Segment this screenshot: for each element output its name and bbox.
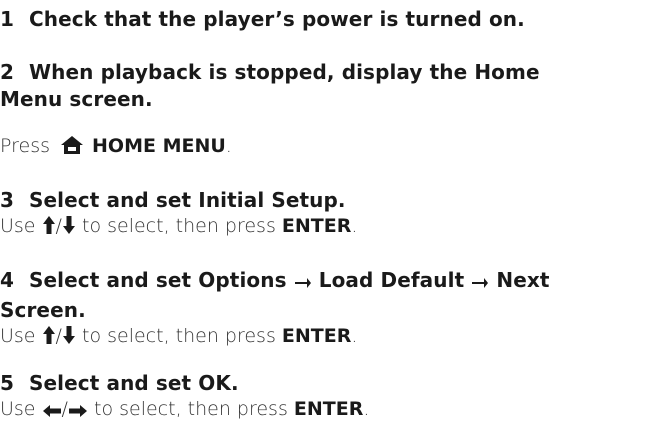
- step-number: 3: [0, 188, 15, 212]
- home-menu-button-label: HOME MENU: [92, 135, 226, 157]
- right-arrow-icon: [471, 270, 489, 297]
- instruction-suffix: .: [363, 398, 370, 420]
- enter-button-label: ENTER: [281, 325, 352, 347]
- step-5-title: 5 Select and set OK.: [0, 370, 640, 397]
- step-title-text-line2: Screen.: [0, 298, 86, 322]
- enter-button-label: ENTER: [293, 398, 364, 420]
- step-5: 5 Select and set OK. Use / to select, the…: [0, 370, 640, 424]
- instruction-suffix: .: [351, 215, 358, 237]
- step-title-text: Select and set Initial Setup.: [29, 188, 346, 212]
- instruction-suffix: .: [351, 325, 358, 347]
- step-number: 2: [0, 60, 15, 84]
- step-3-instruction: Use / to select, then press ENTER.: [0, 214, 640, 241]
- instruction-prefix: Use: [0, 398, 36, 420]
- instruction-prefix: Use: [0, 325, 36, 347]
- instruction-middle: to select, then press: [94, 398, 288, 420]
- enter-button-label: ENTER: [281, 215, 352, 237]
- instruction-page: 1 Check that the player’s power is turned…: [0, 0, 647, 428]
- down-arrow-icon: [62, 215, 76, 241]
- instruction-prefix: Press: [0, 135, 51, 157]
- instruction-suffix: .: [225, 135, 232, 157]
- step-3: 3 Select and set Initial Setup. Use / to …: [0, 187, 640, 241]
- step-number: 5: [0, 371, 15, 395]
- step-title-part3: Next: [496, 268, 550, 292]
- step-1-title: 1 Check that the player’s power is turned…: [0, 6, 640, 33]
- step-2-title: 2 When playback is stopped, display the H…: [0, 59, 640, 113]
- step-2-instruction: Press HOME MENU.: [0, 134, 640, 161]
- step-title-part2: Load Default: [318, 268, 465, 292]
- instruction-middle: to select, then press: [82, 325, 276, 347]
- left-arrow-icon: [42, 400, 62, 424]
- step-3-title: 3 Select and set Initial Setup.: [0, 187, 640, 214]
- right-arrow-icon: [68, 400, 88, 424]
- step-title-part1: Select and set Options: [29, 268, 287, 292]
- step-4-instruction: Use / to select, then press ENTER.: [0, 324, 640, 351]
- step-4-title: 4 Select and set Options Load Default Nex…: [0, 267, 640, 324]
- step-2: 2 When playback is stopped, display the H…: [0, 59, 640, 113]
- instruction-prefix: Use: [0, 215, 36, 237]
- step-5-instruction: Use / to select, then press ENTER.: [0, 397, 640, 424]
- step-2-body: Press HOME MENU.: [0, 134, 640, 161]
- step-title-text: Select and set OK.: [29, 371, 239, 395]
- step-4: 4 Select and set Options Load Default Nex…: [0, 267, 640, 351]
- step-title-text: When playback is stopped, display the Ho…: [29, 60, 540, 84]
- step-number: 1: [0, 7, 15, 31]
- down-arrow-icon: [62, 325, 76, 351]
- up-arrow-icon: [42, 325, 56, 351]
- step-title-text-line2: Menu screen.: [0, 87, 153, 111]
- up-arrow-icon: [42, 215, 56, 241]
- step-number: 4: [0, 268, 15, 292]
- step-title-text: Check that the player’s power is turned …: [29, 7, 525, 31]
- instruction-middle: to select, then press: [82, 215, 276, 237]
- step-1: 1 Check that the player’s power is turned…: [0, 6, 640, 33]
- right-arrow-icon: [294, 270, 312, 297]
- home-icon: [60, 135, 84, 161]
